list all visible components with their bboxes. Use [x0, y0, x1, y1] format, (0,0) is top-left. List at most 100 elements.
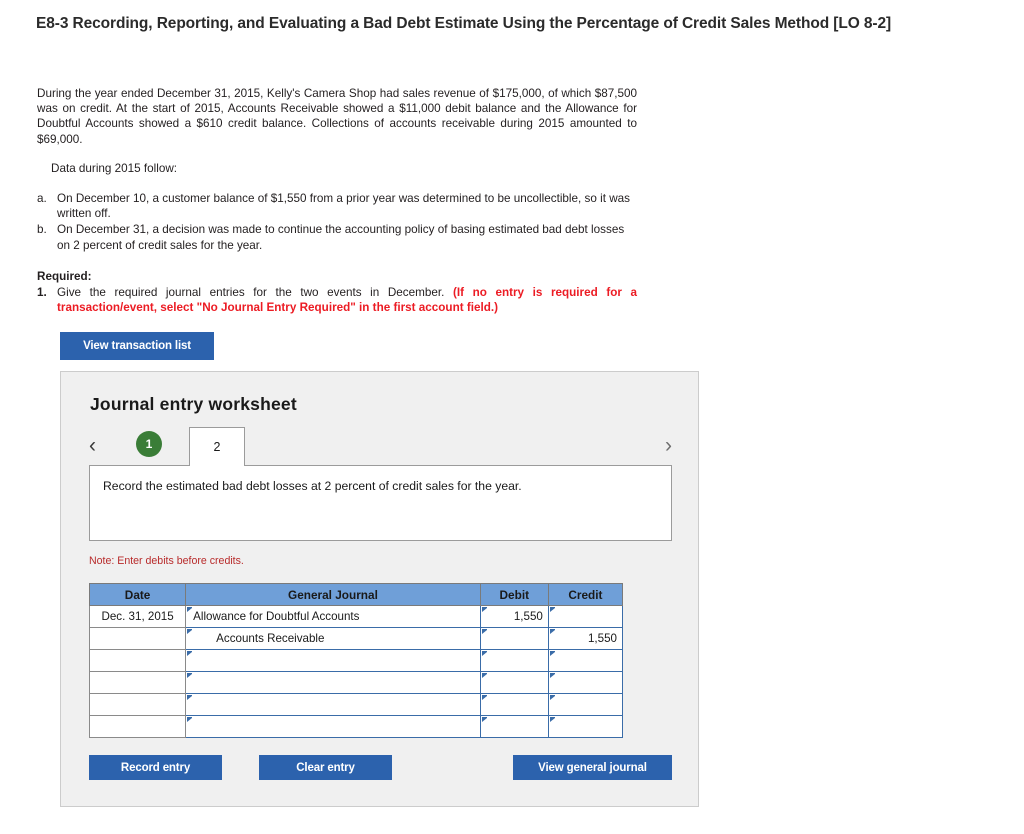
table-row: [88, 693, 624, 716]
cell-credit-input[interactable]: [547, 715, 624, 738]
list-item-text: On December 31, a decision was made to c…: [57, 223, 625, 252]
dropdown-marker-icon: [481, 673, 487, 678]
problem-intro-paragraph: During the year ended December 31, 2015,…: [37, 87, 637, 146]
cell-account-value: Accounts Receivable: [216, 632, 325, 645]
column-header-debit: Debit: [479, 583, 549, 606]
chevron-right-icon[interactable]: ›: [665, 433, 672, 459]
cell-credit-value: [549, 717, 622, 736]
cell-date[interactable]: [88, 693, 187, 716]
dropdown-marker-icon: [187, 695, 193, 700]
cell-account-select[interactable]: [185, 715, 481, 738]
cell-account-select[interactable]: [185, 649, 481, 672]
cell-date[interactable]: [88, 627, 187, 650]
cell-debit-value: [481, 629, 548, 648]
cell-account-value: Allowance for Doubtful Accounts: [193, 610, 360, 623]
dropdown-marker-icon: [481, 717, 487, 722]
cell-debit-input[interactable]: [479, 715, 549, 738]
dropdown-marker-icon: [187, 651, 193, 656]
cell-date[interactable]: [88, 671, 187, 694]
dropdown-marker-icon: [481, 607, 487, 612]
cell-account-select[interactable]: Allowance for Doubtful Accounts: [185, 605, 481, 628]
worksheet-instruction-text: Record the estimated bad debt losses at …: [103, 479, 522, 493]
data-follow-label: Data during 2015 follow:: [51, 161, 178, 175]
dropdown-marker-icon: [549, 695, 555, 700]
page-title: E8-3 Recording, Reporting, and Evaluatin…: [36, 15, 892, 32]
cell-debit-input[interactable]: [479, 693, 549, 716]
journal-entry-table: Date General Journal Debit Credit Dec. 3…: [88, 583, 624, 738]
list-item: a. On December 10, a customer balance of…: [37, 191, 637, 221]
cell-debit-input[interactable]: [479, 649, 549, 672]
worksheet-title: Journal entry worksheet: [90, 394, 297, 414]
chevron-left-icon[interactable]: ‹: [89, 433, 96, 459]
tab-entry-2[interactable]: 2: [189, 427, 245, 466]
dropdown-marker-icon: [549, 607, 555, 612]
journal-entry-worksheet-panel: Journal entry worksheet ‹ 1 2 › Record t…: [60, 371, 699, 807]
dropdown-marker-icon: [549, 629, 555, 634]
clear-entry-button[interactable]: Clear entry: [259, 755, 392, 780]
table-header-row: Date General Journal Debit Credit: [88, 583, 624, 606]
cell-debit-value: 1,550: [513, 610, 543, 623]
column-header-date: Date: [88, 583, 187, 606]
required-item: 1. Give the required journal entries for…: [37, 285, 637, 315]
debits-before-credits-note: Note: Enter debits before credits.: [89, 555, 244, 567]
required-heading: Required:: [37, 269, 92, 283]
view-general-journal-button[interactable]: View general journal: [513, 755, 672, 780]
dropdown-marker-icon: [187, 673, 193, 678]
required-section: Required: 1. Give the required journal e…: [37, 269, 637, 316]
cell-date[interactable]: [88, 715, 187, 738]
cell-debit-value: [481, 651, 548, 670]
cell-account-value: [186, 717, 480, 736]
problem-statement: During the year ended December 31, 2015,…: [37, 86, 637, 315]
list-item-marker: a.: [37, 192, 47, 206]
table-row: Dec. 31, 2015 Allowance for Doubtful Acc…: [88, 605, 624, 628]
cell-credit-value: 1,550: [587, 632, 617, 645]
cell-account-value: [186, 695, 480, 714]
required-item-text: Give the required journal entries for th…: [57, 285, 637, 315]
cell-credit-value: [549, 673, 622, 692]
cell-debit-input[interactable]: [479, 627, 549, 650]
cell-account-select[interactable]: Accounts Receivable: [185, 627, 481, 650]
cell-account-select[interactable]: [185, 693, 481, 716]
worksheet-instruction-box: Record the estimated bad debt losses at …: [89, 465, 672, 541]
cell-credit-input[interactable]: [547, 693, 624, 716]
dropdown-marker-icon: [187, 629, 193, 634]
dropdown-marker-icon: [481, 651, 487, 656]
cell-credit-input[interactable]: [547, 649, 624, 672]
table-row: [88, 649, 624, 672]
cell-debit-value: [481, 673, 548, 692]
cell-debit-value: [481, 717, 548, 736]
dropdown-marker-icon: [549, 717, 555, 722]
cell-date[interactable]: [88, 649, 187, 672]
dropdown-marker-icon: [481, 695, 487, 700]
dropdown-marker-icon: [187, 717, 193, 722]
record-entry-button[interactable]: Record entry: [89, 755, 222, 780]
cell-credit-value: [549, 651, 622, 670]
table-row: Accounts Receivable 1,550: [88, 627, 624, 650]
column-header-general-journal: General Journal: [185, 583, 481, 606]
tab-entry-1[interactable]: 1: [136, 431, 162, 457]
cell-account-value: [186, 651, 480, 670]
cell-credit-value: [549, 695, 622, 714]
cell-date[interactable]: Dec. 31, 2015: [88, 605, 187, 628]
list-item: b. On December 31, a decision was made t…: [37, 222, 637, 252]
view-transaction-list-button[interactable]: View transaction list: [60, 332, 214, 360]
list-item-text: On December 10, a customer balance of $1…: [57, 192, 630, 221]
cell-account-value: [186, 673, 480, 692]
worksheet-tab-strip: ‹ 1 2 ›: [89, 427, 672, 466]
cell-credit-input[interactable]: [547, 605, 624, 628]
dropdown-marker-icon: [549, 673, 555, 678]
list-item-marker: b.: [37, 223, 47, 237]
cell-credit-input[interactable]: [547, 671, 624, 694]
cell-credit-input[interactable]: 1,550: [547, 627, 624, 650]
cell-debit-input[interactable]: [479, 671, 549, 694]
cell-credit-value: [549, 607, 622, 626]
cell-account-select[interactable]: [185, 671, 481, 694]
column-header-credit: Credit: [547, 583, 624, 606]
dropdown-marker-icon: [549, 651, 555, 656]
cell-debit-value: [481, 695, 548, 714]
table-row: [88, 671, 624, 694]
dropdown-marker-icon: [481, 629, 487, 634]
dropdown-marker-icon: [187, 607, 193, 612]
cell-debit-input[interactable]: 1,550: [479, 605, 549, 628]
required-item-marker: 1.: [37, 286, 47, 300]
